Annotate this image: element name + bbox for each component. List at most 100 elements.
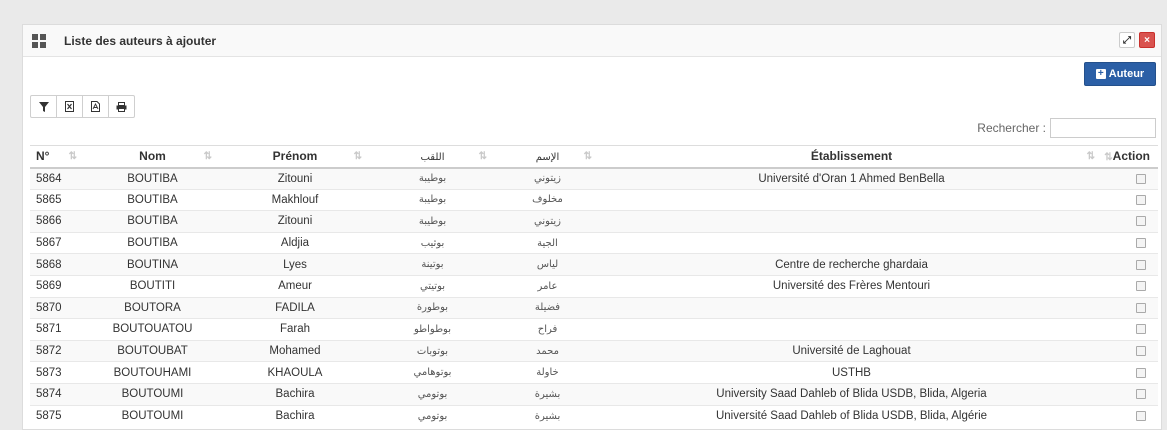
cell-action	[1103, 404, 1158, 427]
cell-no: 5869	[30, 274, 85, 298]
cell-no: 5866	[30, 210, 85, 233]
sort-icon: ⇅	[1104, 152, 1113, 164]
cell-ism: لياس	[495, 253, 600, 276]
table-header-row: N° ⇅ Nom ⇅ Prénom ⇅ اللقب ⇅ الإسم ⇅ Établisse…	[30, 145, 1158, 169]
cell-no: 5874	[30, 382, 85, 406]
cell-prenom: Lyes	[220, 253, 370, 276]
cell-etablissement	[600, 231, 1103, 254]
col-header-prenom[interactable]: Prénom ⇅	[220, 145, 370, 169]
col-header-action[interactable]: ⇅ Action	[1103, 145, 1158, 169]
cell-laqab: بوتيتي	[370, 274, 495, 298]
filter-icon[interactable]	[30, 95, 57, 118]
search-area: Rechercher :	[977, 118, 1156, 138]
cell-laqab: بوطورة	[370, 296, 495, 319]
cell-etablissement	[600, 296, 1103, 319]
cell-ism: محمد	[495, 339, 600, 362]
add-author-label: Auteur	[1108, 68, 1145, 80]
table-row: 5869 BOUTITI Ameur بوتيتي عامر Université des…	[30, 274, 1158, 298]
cell-prenom: Ameur	[220, 274, 370, 298]
cell-prenom: KHAOULA	[220, 361, 370, 384]
cell-laqab: بوثيب	[370, 231, 495, 254]
cell-etablissement: Université des Frères Mentouri	[600, 274, 1103, 298]
cell-etablissement	[600, 210, 1103, 233]
table-row: 5864 BOUTIBA Zitouni بوطيبة زيتوني Université…	[30, 167, 1158, 190]
export-toolbar	[30, 95, 135, 118]
cell-ism: بشيرة	[495, 404, 600, 427]
cell-prenom: Farah	[220, 318, 370, 341]
panel-header: Liste des auteurs à ajouter ⤢ ×	[23, 25, 1161, 57]
cell-prenom: Zitouni	[220, 167, 370, 190]
grid-icon	[32, 33, 46, 48]
col-header-laqab[interactable]: اللقب ⇅	[370, 145, 495, 169]
cell-laqab: بوتوبات	[370, 339, 495, 362]
row-checkbox[interactable]	[1136, 411, 1146, 422]
col-header-ism[interactable]: الإسم ⇅	[495, 145, 600, 169]
plus-icon: +	[1095, 69, 1106, 79]
cell-prenom: Makhlouf	[220, 188, 370, 211]
cell-action	[1103, 361, 1158, 384]
cell-action	[1103, 339, 1158, 362]
pdf-icon[interactable]	[82, 95, 109, 118]
cell-etablissement	[600, 318, 1103, 341]
cell-ism: زيتوني	[495, 167, 600, 190]
cell-nom: BOUTOUMI	[85, 382, 220, 406]
cell-nom: BOUTIBA	[85, 188, 220, 211]
table-row: 5874 BOUTOUMI Bachira بوتومي بشيرة University…	[30, 382, 1158, 406]
row-checkbox[interactable]	[1136, 194, 1146, 205]
table-row: 5865 BOUTIBA Makhlouf بوطيبة مخلوف	[30, 188, 1158, 211]
row-checkbox[interactable]	[1136, 259, 1146, 270]
print-icon[interactable]	[108, 95, 135, 118]
row-checkbox[interactable]	[1136, 346, 1146, 357]
cell-no: 5867	[30, 231, 85, 254]
row-checkbox[interactable]	[1136, 367, 1146, 378]
cell-laqab: بوتينة	[370, 253, 495, 276]
col-header-no[interactable]: N° ⇅	[30, 145, 85, 169]
cell-action	[1103, 274, 1158, 298]
excel-icon[interactable]	[56, 95, 83, 118]
cell-nom: BOUTOUMI	[85, 404, 220, 427]
cell-laqab: بوتومي	[370, 382, 495, 406]
cell-etablissement: Centre de recherche ghardaia	[600, 253, 1103, 276]
cell-no: 5864	[30, 167, 85, 190]
cell-no: 5868	[30, 253, 85, 276]
search-input[interactable]	[1050, 118, 1156, 138]
add-author-button[interactable]: + Auteur	[1084, 62, 1156, 86]
cell-ism: مخلوف	[495, 188, 600, 211]
cell-laqab: بوتومي	[370, 404, 495, 427]
cell-action	[1103, 296, 1158, 319]
cell-etablissement: Université de Laghouat	[600, 339, 1103, 362]
row-checkbox[interactable]	[1136, 302, 1146, 313]
sort-icon: ⇅	[583, 151, 593, 162]
cell-nom: BOUTINA	[85, 253, 220, 276]
close-icon[interactable]: ×	[1139, 32, 1155, 48]
row-checkbox[interactable]	[1136, 324, 1146, 335]
row-checkbox[interactable]	[1136, 216, 1146, 227]
cell-ism: فضيلة	[495, 296, 600, 319]
table-row: 5868 BOUTINA Lyes بوتينة لياس Centre de reche…	[30, 253, 1158, 276]
cell-no: 5871	[30, 318, 85, 341]
cell-nom: BOUTIBA	[85, 231, 220, 254]
cell-etablissement: University Saad Dahleb of Blida USDB, Bl…	[600, 382, 1103, 406]
row-checkbox[interactable]	[1136, 389, 1146, 400]
row-checkbox[interactable]	[1136, 281, 1146, 292]
cell-action	[1103, 253, 1158, 276]
cell-ism: الجية	[495, 231, 600, 254]
row-checkbox[interactable]	[1136, 238, 1146, 249]
cell-no: 5865	[30, 188, 85, 211]
col-header-etablissement[interactable]: Établissement ⇅	[600, 145, 1103, 169]
row-checkbox[interactable]	[1136, 173, 1146, 184]
cell-action	[1103, 167, 1158, 190]
cell-laqab: بوطيبة	[370, 167, 495, 190]
search-label: Rechercher :	[977, 121, 1046, 135]
expand-icon[interactable]: ⤢	[1119, 32, 1135, 48]
cell-prenom: Mohamed	[220, 339, 370, 362]
cell-action	[1103, 188, 1158, 211]
table-row: 5866 BOUTIBA Zitouni بوطيبة زيتوني	[30, 210, 1158, 233]
col-header-nom[interactable]: Nom ⇅	[85, 145, 220, 169]
cell-ism: خاولة	[495, 361, 600, 384]
sort-icon: ⇅	[1086, 151, 1096, 162]
sort-icon: ⇅	[353, 151, 363, 162]
cell-no: 5872	[30, 339, 85, 362]
sort-icon: ⇅	[478, 151, 488, 162]
cell-action	[1103, 231, 1158, 254]
